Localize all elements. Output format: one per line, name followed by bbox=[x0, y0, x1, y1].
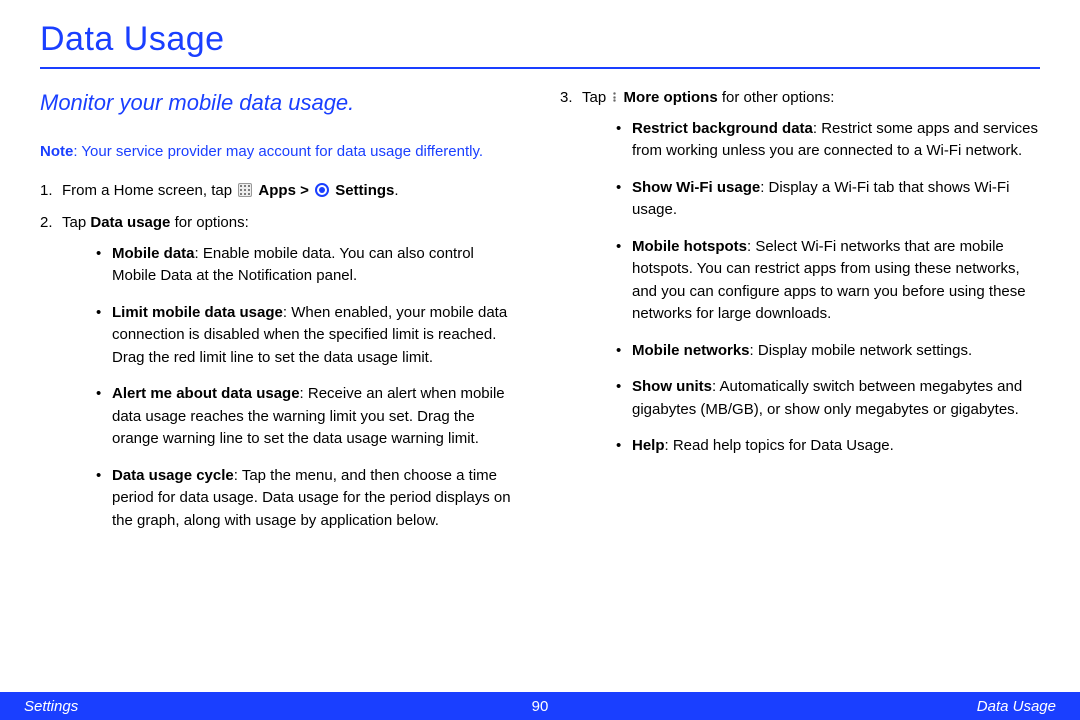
step1-post: . bbox=[394, 182, 398, 199]
step-3: 3. Tap More options for other options: R… bbox=[560, 87, 1040, 458]
page-container: Data Usage Monitor your mobile data usag… bbox=[0, 0, 1080, 720]
bullet-label: Show Wi-Fi usage bbox=[632, 179, 760, 196]
left-bullets: Mobile data: Enable mobile data. You can… bbox=[62, 243, 520, 533]
step2-post: for options: bbox=[170, 214, 248, 231]
page-footer: Settings 90 Data Usage bbox=[0, 692, 1080, 720]
step2-pre: Tap bbox=[62, 214, 90, 231]
list-item: Mobile hotspots: Select Wi-Fi networks t… bbox=[616, 236, 1040, 326]
list-item: Data usage cycle: Tap the menu, and then… bbox=[96, 465, 520, 533]
list-item: Mobile data: Enable mobile data. You can… bbox=[96, 243, 520, 288]
step3-post: for other options: bbox=[718, 89, 835, 106]
step-number: 1. bbox=[40, 180, 53, 203]
step3-bold: More options bbox=[624, 89, 718, 106]
bullet-text: : Display mobile network settings. bbox=[750, 342, 973, 359]
bullet-label: Alert me about data usage bbox=[112, 385, 300, 402]
subtitle: Monitor your mobile data usage. bbox=[40, 87, 520, 119]
note-body: : Your service provider may account for … bbox=[73, 143, 483, 160]
bullet-label: Help bbox=[632, 437, 665, 454]
footer-left: Settings bbox=[24, 698, 78, 715]
left-column: Monitor your mobile data usage. Note: Yo… bbox=[40, 87, 520, 546]
right-bullets: Restrict background data: Restrict some … bbox=[582, 118, 1040, 458]
step-number: 2. bbox=[40, 212, 53, 235]
page-title: Data Usage bbox=[40, 20, 1040, 65]
right-column: 3. Tap More options for other options: R… bbox=[560, 87, 1040, 546]
title-rule bbox=[40, 67, 1040, 69]
list-item: Show units: Automatically switch between… bbox=[616, 376, 1040, 421]
left-steps: 1. From a Home screen, tap Apps > Settin… bbox=[40, 180, 520, 533]
note-text: Note: Your service provider may account … bbox=[40, 141, 520, 162]
step-number: 3. bbox=[560, 87, 573, 110]
bullet-text: : Read help topics for Data Usage. bbox=[665, 437, 894, 454]
bullet-label: Mobile networks bbox=[632, 342, 750, 359]
step-2: 2. Tap Data usage for options: Mobile da… bbox=[40, 212, 520, 532]
more-options-icon bbox=[612, 90, 617, 104]
bullet-label: Restrict background data bbox=[632, 120, 813, 137]
right-steps: 3. Tap More options for other options: R… bbox=[560, 87, 1040, 458]
step1-pre: From a Home screen, tap bbox=[62, 182, 236, 199]
footer-right: Data Usage bbox=[977, 698, 1056, 715]
footer-page-number: 90 bbox=[532, 698, 549, 715]
apps-icon bbox=[238, 183, 252, 197]
note-label: Note bbox=[40, 143, 73, 160]
step1-apps: Apps > bbox=[258, 182, 313, 199]
list-item: Show Wi-Fi usage: Display a Wi-Fi tab th… bbox=[616, 177, 1040, 222]
bullet-label: Data usage cycle bbox=[112, 467, 234, 484]
bullet-label: Show units bbox=[632, 378, 712, 395]
step-1: 1. From a Home screen, tap Apps > Settin… bbox=[40, 180, 520, 203]
bullet-label: Mobile data bbox=[112, 245, 195, 262]
list-item: Mobile networks: Display mobile network … bbox=[616, 340, 1040, 363]
step1-settings: Settings bbox=[335, 182, 394, 199]
step2-bold: Data usage bbox=[90, 214, 170, 231]
settings-icon bbox=[315, 183, 329, 197]
list-item: Help: Read help topics for Data Usage. bbox=[616, 435, 1040, 458]
list-item: Limit mobile data usage: When enabled, y… bbox=[96, 302, 520, 370]
list-item: Alert me about data usage: Receive an al… bbox=[96, 383, 520, 451]
list-item: Restrict background data: Restrict some … bbox=[616, 118, 1040, 163]
step3-pre: Tap bbox=[582, 89, 610, 106]
content-columns: Monitor your mobile data usage. Note: Yo… bbox=[40, 87, 1040, 546]
bullet-label: Limit mobile data usage bbox=[112, 304, 283, 321]
bullet-label: Mobile hotspots bbox=[632, 238, 747, 255]
